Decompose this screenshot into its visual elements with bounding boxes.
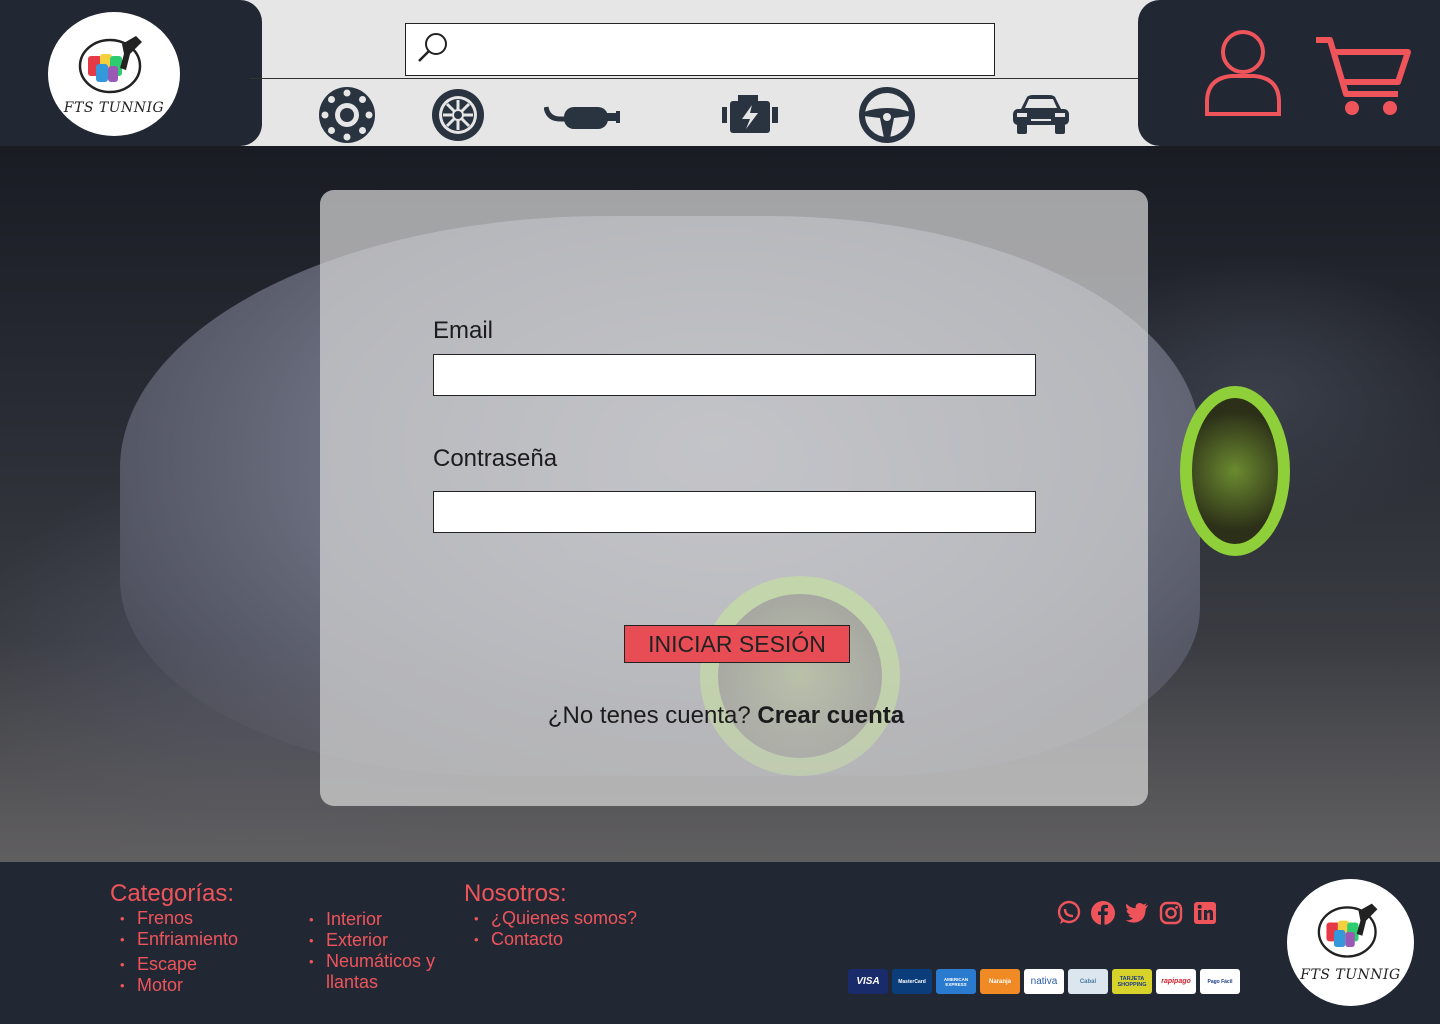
login-button[interactable]: INICIAR SESIÓN [624, 625, 850, 663]
login-form: Email Contraseña INICIAR SESIÓN ¿No tene… [320, 190, 1148, 806]
footer-link-motor[interactable]: Motor [110, 975, 238, 996]
footer-link-contact[interactable]: Contacto [464, 929, 637, 950]
email-label: Email [433, 317, 494, 344]
payment-visa: VISA [848, 969, 888, 994]
footer-link-escape[interactable]: Escape [110, 954, 238, 975]
payment-mastercard: MasterCard [892, 969, 932, 994]
email-field[interactable] [433, 354, 1036, 396]
car-wheel-rear [1180, 386, 1290, 556]
footer-link-neumaticos[interactable]: Neumáticos y llantas [299, 951, 459, 993]
payment-naranja: Naranja [980, 969, 1020, 994]
password-field[interactable] [433, 491, 1036, 533]
header-divider [250, 78, 1140, 79]
whatsapp-icon[interactable] [1056, 900, 1082, 926]
linkedin-icon[interactable] [1192, 900, 1218, 926]
footer-categories-list-2: Interior Exterior Neumáticos y llantas [299, 909, 459, 993]
facebook-icon[interactable] [1090, 900, 1116, 926]
signup-prompt-line: ¿No tenes cuenta? Crear cuenta [320, 702, 1148, 730]
paint-gun-logo-icon [1317, 903, 1378, 958]
search-input[interactable] [456, 32, 976, 68]
footer: Categorías: Frenos Enfriamiento Escape M… [0, 862, 1440, 1024]
twitter-icon[interactable] [1124, 900, 1150, 926]
nav-wheels[interactable] [431, 86, 485, 144]
payment-amex: AMERICAN EXPRESS [936, 969, 976, 994]
nav-exterior[interactable] [1011, 86, 1071, 144]
nav-engine[interactable] [722, 86, 780, 144]
user-icon[interactable] [1204, 28, 1282, 116]
logo-panel: FTS TUNNIG [0, 0, 262, 146]
social-links [1056, 900, 1218, 926]
nav-exhaust[interactable] [544, 86, 624, 144]
payment-tarjeta-shopping: TARJETA SHOPPING [1112, 969, 1152, 994]
footer-categories-list-1: Frenos Enfriamiento Escape Motor [110, 908, 238, 996]
cart-icon[interactable] [1314, 34, 1412, 118]
exhaust-icon [544, 106, 620, 129]
nav-interior[interactable] [858, 86, 916, 144]
instagram-icon[interactable] [1158, 900, 1184, 926]
car-icon [1013, 95, 1069, 134]
wheel-icon [432, 89, 484, 141]
footer-brand-name: FTS TUNNIG [1300, 967, 1401, 983]
footer-about-title: Nosotros: [464, 880, 567, 907]
footer-link-interior[interactable]: Interior [299, 909, 459, 930]
footer-link-frenos[interactable]: Frenos [110, 908, 238, 929]
footer-categories-title: Categorías: [110, 880, 235, 907]
footer-link-enfriamiento[interactable]: Enfriamiento [110, 929, 238, 950]
footer-brand-logo[interactable]: FTS TUNNIG [1287, 879, 1414, 1006]
header: FTS TUNNIG [0, 0, 1440, 146]
payment-methods: VISA MasterCard AMERICAN EXPRESS Naranja… [848, 969, 1240, 994]
payment-nativa: nativa [1024, 969, 1064, 994]
payment-rapipago: rapipago [1156, 969, 1196, 994]
payment-cabal: Cabal [1068, 969, 1108, 994]
brand-name: FTS TUNNIG [63, 100, 165, 116]
account-panel [1138, 0, 1440, 146]
footer-about-list: ¿Quienes somos? Contacto [464, 908, 637, 950]
create-account-link[interactable]: Crear cuenta [757, 702, 904, 729]
password-label: Contraseña [433, 445, 558, 472]
paint-gun-logo-icon [78, 36, 142, 94]
brand-logo[interactable]: FTS TUNNIG [48, 12, 180, 136]
signup-prompt: ¿No tenes cuenta? [547, 702, 751, 729]
footer-link-exterior[interactable]: Exterior [299, 930, 459, 951]
footer-link-about[interactable]: ¿Quienes somos? [464, 908, 637, 929]
nav-brakes[interactable] [318, 86, 376, 144]
brake-disc-icon [319, 87, 375, 143]
steering-wheel-icon [859, 87, 915, 143]
payment-pagofacil: Pago Fácil [1200, 969, 1240, 994]
engine-icon [722, 95, 778, 133]
search-bar[interactable] [405, 23, 995, 76]
search-icon[interactable] [416, 30, 452, 66]
